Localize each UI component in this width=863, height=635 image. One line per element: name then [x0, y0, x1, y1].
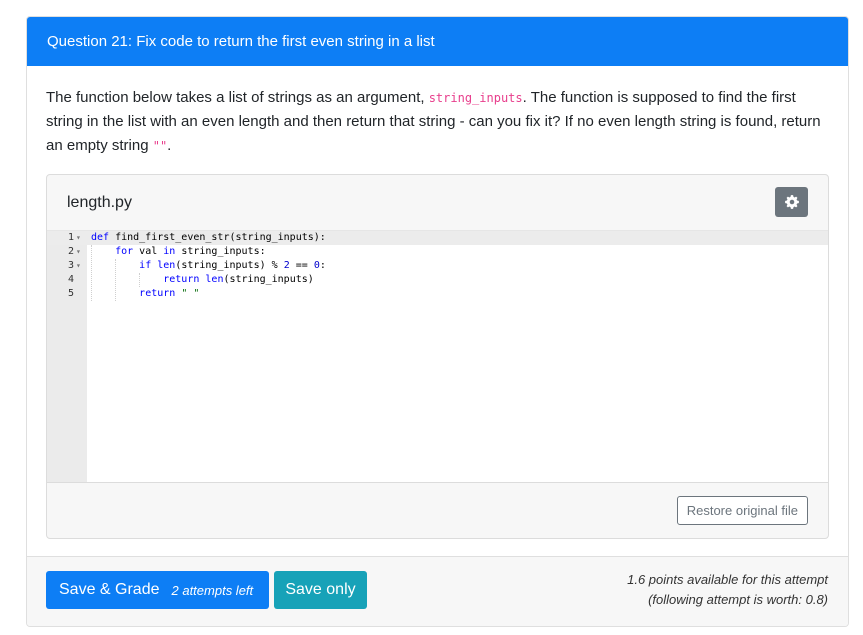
save-only-button[interactable]: Save only — [274, 571, 367, 609]
code-text: if len(string_inputs) % 2 == 0: — [139, 260, 326, 271]
file-footer: Restore original file — [47, 483, 828, 538]
indent-guide — [115, 259, 116, 301]
code-text: return " " — [139, 288, 200, 299]
prompt-code-empty-string: "" — [152, 139, 168, 153]
question-header: Question 21: Fix code to return the firs… — [27, 17, 848, 66]
code-text: for val in string_inputs: — [115, 246, 266, 257]
code-text: def find_first_even_str(string_inputs): — [91, 232, 326, 243]
save-and-grade-button[interactable]: Save & Grade 2 attempts left — [46, 571, 269, 609]
question-body: The function below takes a list of strin… — [27, 66, 848, 539]
code-text: return len(string_inputs) — [163, 274, 314, 285]
code-line[interactable]: 2 ▾ for val in string_inputs: — [47, 245, 828, 259]
next-attempt-worth-text: (following attempt is worth: 0.8) — [648, 592, 828, 607]
code-line[interactable]: 3 ▾ if len(string_inputs) % 2 == 0: — [47, 259, 828, 273]
question-footer: Save & Grade 2 attempts left Save only 1… — [27, 556, 848, 626]
restore-original-file-button[interactable]: Restore original file — [676, 496, 808, 525]
prompt-text-1: The function below takes a list of strin… — [46, 89, 429, 106]
save-and-grade-label: Save & Grade — [59, 581, 160, 598]
indent-guide — [91, 245, 92, 301]
code-line[interactable]: 4 return len(string_inputs) — [47, 273, 828, 287]
fold-toggle-icon[interactable]: ▾ — [76, 245, 81, 259]
prompt-text-3: . — [167, 137, 172, 154]
gear-icon — [784, 195, 799, 209]
fold-toggle-icon[interactable]: ▾ — [76, 259, 81, 273]
points-info: 1.6 points available for this attempt (f… — [627, 570, 828, 610]
code-editor[interactable]: 1 ▾ def find_first_even_str(string_input… — [47, 230, 828, 483]
file-editor-card: length.py 1 ▾ def find_first_even_str(st… — [46, 174, 829, 539]
fold-toggle-icon[interactable]: ▾ — [76, 231, 81, 245]
code-line[interactable]: 1 ▾ def find_first_even_str(string_input… — [47, 231, 828, 245]
prompt-code-string-inputs: string_inputs — [428, 91, 523, 105]
file-header: length.py — [47, 175, 828, 231]
editor-settings-button[interactable] — [775, 187, 808, 217]
line-number: 2 — [67, 246, 74, 257]
question-prompt: The function below takes a list of strin… — [46, 86, 832, 158]
line-number: 1 — [67, 232, 74, 243]
line-number: 3 — [67, 260, 74, 271]
line-number: 5 — [67, 288, 74, 299]
question-card: Question 21: Fix code to return the firs… — [26, 16, 849, 627]
line-number: 4 — [67, 274, 74, 285]
attempts-left-label: 2 attempts left — [171, 582, 254, 598]
code-line[interactable]: 5 return " " — [47, 287, 828, 301]
file-name: length.py — [67, 194, 132, 211]
indent-guide — [139, 273, 140, 287]
question-title: Question 21: Fix code to return the firs… — [47, 33, 435, 50]
points-available-text: 1.6 points available for this attempt — [627, 572, 828, 587]
